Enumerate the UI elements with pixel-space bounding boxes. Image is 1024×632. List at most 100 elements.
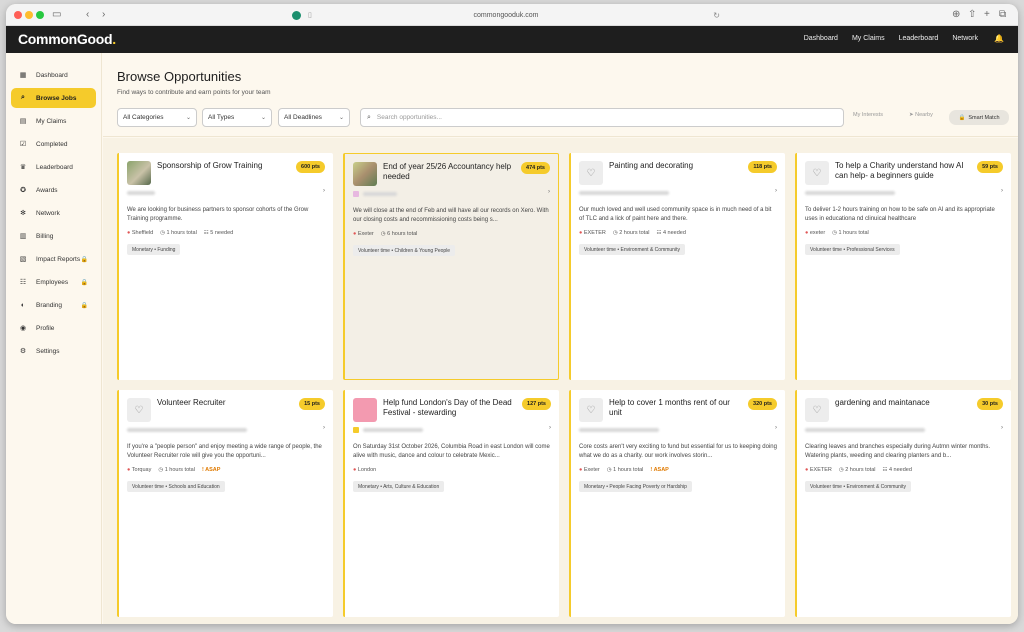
nearby-toggle[interactable]: ➤ Nearby xyxy=(909,112,933,118)
sidebar-item-impact-reports[interactable]: ▧ Impact Reports 🔒 xyxy=(11,249,96,269)
opportunity-image xyxy=(353,398,377,422)
sidebar-item-employees[interactable]: ☷ Employees 🔒 xyxy=(11,272,96,292)
people-icon: ☷ xyxy=(656,230,662,236)
card-title: Painting and decorating xyxy=(609,161,694,170)
opportunity-card[interactable]: Help fund London's Day of the Dead Festi… xyxy=(343,390,559,617)
chevron-right-icon[interactable]: › xyxy=(1001,425,1003,431)
topnav-leaderboard[interactable]: Leaderboard xyxy=(899,35,939,42)
opportunity-card[interactable]: ♡ Painting and decorating 118 pts › Our … xyxy=(569,153,785,380)
smart-match-button[interactable]: 🔒 Smart Match xyxy=(949,110,1009,125)
my-interests-toggle[interactable]: My Interests xyxy=(853,112,883,118)
sidebar-item-settings[interactable]: ⚙ Settings xyxy=(11,341,96,361)
opportunity-card[interactable]: Sponsorship of Grow Training 600 pts › W… xyxy=(117,153,333,380)
card-meta: ● exeter ◷ 1 hours total xyxy=(805,230,869,236)
category-tag: Volunteer time • Schools and Education xyxy=(127,481,225,492)
opportunity-card[interactable]: ♡ gardening and maintanace 30 pts › Clea… xyxy=(795,390,1011,617)
heart-hand-icon: ♡ xyxy=(805,161,829,185)
topnav-my-claims[interactable]: My Claims xyxy=(852,35,885,42)
search-icon: ⌕ xyxy=(367,113,371,121)
sidebar-item-network[interactable]: ✻ Network xyxy=(11,203,96,223)
sidebar-item-branding[interactable]: ◐ Branding 🔒 xyxy=(11,295,96,315)
card-title: Help to cover 1 months rent of our unit xyxy=(609,398,730,417)
location-pin-icon: ● xyxy=(579,230,583,236)
opportunity-card[interactable]: ♡ Volunteer Recruiter 15 pts › If you're… xyxy=(117,390,333,617)
sidebar: ▦ Dashboard ⌕ Browse Jobs ▤ My Claims ☑ Comp… xyxy=(6,53,102,624)
palette-icon: ◐ xyxy=(20,301,26,309)
card-meta: ● Exeter ◷ 6 hours total xyxy=(353,231,418,237)
organisation-name xyxy=(805,427,945,433)
forward-icon[interactable]: › xyxy=(102,9,105,20)
card-description: To deliver 1-2 hours training on how to … xyxy=(805,207,995,222)
chevron-right-icon[interactable]: › xyxy=(323,188,325,194)
chevron-right-icon[interactable]: › xyxy=(323,425,325,431)
sidebar-item-profile[interactable]: ◉ Profile xyxy=(11,318,96,338)
opportunity-card[interactable]: ♡ To help a Charity understand how AI ca… xyxy=(795,153,1011,380)
urgent-icon: ! xyxy=(650,467,653,473)
download-icon[interactable]: ⊕ xyxy=(952,9,960,20)
card-title: Help fund London's Day of the Dead Festi… xyxy=(383,398,512,417)
chevron-right-icon[interactable]: › xyxy=(1001,188,1003,194)
reload-icon[interactable]: ↻ xyxy=(713,11,720,20)
trophy-icon: ♛ xyxy=(19,164,27,171)
chevron-right-icon[interactable]: › xyxy=(548,189,550,195)
tabs-overview-icon[interactable]: ⧉ xyxy=(999,9,1006,20)
award-icon: ✪ xyxy=(20,187,26,194)
browser-chrome: ▭ ‹ › ▯ commongooduk.com ↻ ⊕ ⇧ + ⧉ xyxy=(6,4,1018,26)
sidebar-item-my-claims[interactable]: ▤ My Claims xyxy=(11,111,96,131)
card-description: Clearing leaves and branches especially … xyxy=(805,444,991,459)
chevron-right-icon[interactable]: › xyxy=(775,425,777,431)
heart-hand-icon: ♡ xyxy=(579,161,603,185)
type-select[interactable]: All Types ⌄ xyxy=(202,108,272,127)
topnav-dashboard[interactable]: Dashboard xyxy=(804,35,838,42)
opportunity-card[interactable]: ♡ Help to cover 1 months rent of our uni… xyxy=(569,390,785,617)
category-select[interactable]: All Categories ⌄ xyxy=(117,108,197,127)
new-tab-icon[interactable]: + xyxy=(984,9,990,20)
back-icon[interactable]: ‹ xyxy=(86,9,89,20)
sidebar-item-billing[interactable]: ▥ Billing xyxy=(11,226,96,246)
chevron-right-icon[interactable]: › xyxy=(775,188,777,194)
clock-icon: ◷ xyxy=(380,231,386,237)
share-icon[interactable]: ⇧ xyxy=(968,9,976,20)
sidebar-toggle-icon[interactable]: ▭ xyxy=(52,9,61,20)
heart-hand-icon: ♡ xyxy=(805,398,829,422)
deadline-select[interactable]: All Deadlines ⌄ xyxy=(278,108,350,127)
card-meta: ● EXETER ◷ 2 hours total ☷ 4 needed xyxy=(805,467,912,473)
sidebar-item-awards[interactable]: ✪ Awards xyxy=(11,180,96,200)
organisation-name xyxy=(579,427,719,433)
close-window-button[interactable] xyxy=(14,11,22,19)
opportunity-card[interactable]: End of year 25/26 Accountancy help neede… xyxy=(343,153,559,380)
topnav-network[interactable]: Network xyxy=(952,35,978,42)
location-pin-icon: ● xyxy=(805,230,809,236)
logo[interactable]: CommonGood. xyxy=(18,31,116,47)
bell-icon[interactable]: 🔔 xyxy=(994,34,1004,43)
page-header: Browse Opportunities Find ways to contri… xyxy=(103,53,1018,137)
card-title: End of year 25/26 Accountancy help neede… xyxy=(383,162,512,181)
site-favicon-icon xyxy=(292,10,301,20)
sidebar-item-leaderboard[interactable]: ♛ Leaderboard xyxy=(11,157,96,177)
top-nav: Dashboard My Claims Leaderboard Network xyxy=(804,35,978,42)
card-meta: ● EXETER ◷ 2 hours total ☷ 4 needed xyxy=(579,230,686,236)
clock-icon: ◷ xyxy=(606,467,612,473)
clock-icon: ◷ xyxy=(612,230,618,236)
lock-icon: 🔒 xyxy=(80,279,88,286)
sidebar-item-browse-jobs[interactable]: ⌕ Browse Jobs xyxy=(11,88,96,108)
chevron-right-icon[interactable]: › xyxy=(549,425,551,431)
search-input[interactable]: ⌕ Search opportunities... xyxy=(360,108,844,127)
urgent-icon: ! xyxy=(201,467,204,473)
network-icon: ✻ xyxy=(20,210,26,217)
sidebar-item-dashboard[interactable]: ▦ Dashboard xyxy=(11,65,96,85)
lock-icon: 🔒 xyxy=(958,114,966,121)
points-badge: 15 pts xyxy=(299,398,325,410)
chevron-down-icon: ⌄ xyxy=(185,115,191,121)
card-description: Core costs aren't very exciting to fund … xyxy=(579,444,777,459)
opportunity-image xyxy=(353,162,377,186)
minimize-window-button[interactable] xyxy=(25,11,33,19)
maximize-window-button[interactable] xyxy=(36,11,44,19)
organisation-name xyxy=(353,191,493,197)
address-bar[interactable]: ▯ commongooduk.com ↻ xyxy=(286,8,726,22)
card-meta: ● London xyxy=(353,467,377,473)
people-icon: ☷ xyxy=(203,230,209,236)
card-title: gardening and maintanace xyxy=(835,398,930,407)
users-icon: ☷ xyxy=(19,279,27,286)
sidebar-item-completed[interactable]: ☑ Completed xyxy=(11,134,96,154)
